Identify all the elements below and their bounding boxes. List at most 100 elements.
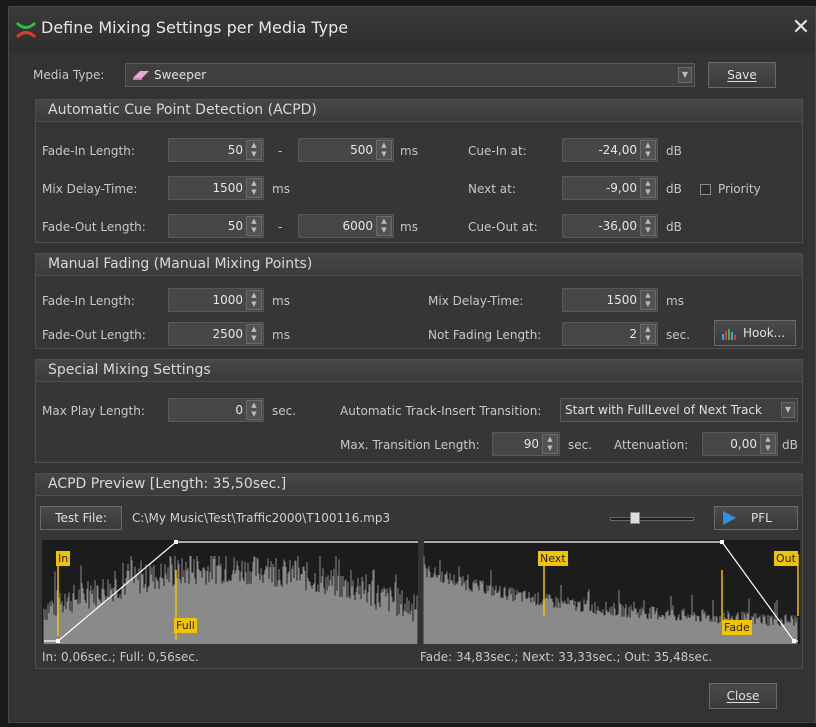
spinner-arrows-icon[interactable]: ▲ ▼ [760,434,776,454]
not-fading-value: 2 [629,327,637,341]
acpd-cue-in-spinner[interactable]: -24,00 ▲ ▼ [562,138,658,162]
acpd-group: Automatic Cue Point Detection (ACPD) Fad… [35,99,803,243]
transition-label: Automatic Track-Insert Transition: [340,404,542,418]
marker-next: Next [538,551,568,566]
acpd-cue-out-spinner[interactable]: -36,00 ▲ ▼ [562,214,658,238]
preview-right-info: Fade: 34,83sec.; Next: 33,33sec.; Out: 3… [420,650,713,664]
acpd-mix-delay-label: Mix Delay-Time: [42,182,138,196]
acpd-cue-out-value: -36,00 [598,219,637,233]
marker-out: Out [774,551,798,566]
spinner-arrows-icon[interactable]: ▲ ▼ [246,140,262,160]
title-bar[interactable]: Define Mixing Settings per Media Type ✕ [9,7,815,53]
acpd-fade-in-unit: ms [400,144,418,158]
acpd-cue-out-label: Cue-Out at: [468,220,538,234]
envelope-handle [792,639,796,643]
not-fading-spinner[interactable]: 2 ▲ ▼ [562,322,658,346]
special-title: Special Mixing Settings [48,362,211,378]
acpd-fade-out-max-spinner[interactable]: 6000 ▲ ▼ [298,214,394,238]
test-file-path: C:\My Music\Test\Traffic2000\T100116.mp3 [132,511,391,525]
max-transition-spinner[interactable]: 90 ▲ ▼ [492,432,560,456]
media-type-label: Media Type: [33,68,105,82]
spinner-arrows-icon[interactable]: ▲ ▼ [246,178,262,198]
acpd-fade-out-label: Fade-Out Length: [42,220,146,234]
acpd-fade-in-label: Fade-In Length: [42,144,135,158]
spinner-arrows-icon[interactable]: ▲ ▼ [542,434,558,454]
acpd-fade-out-min-value: 50 [227,219,243,233]
media-type-select[interactable]: Sweeper ▼ [125,63,695,87]
test-file-label: Test File: [55,511,107,525]
acpd-cue-in-value: -24,00 [598,143,637,157]
spinner-arrows-icon[interactable]: ▲ ▼ [640,178,656,198]
spinner-arrows-icon[interactable]: ▲ ▼ [640,140,656,160]
spinner-arrows-icon[interactable]: ▲ ▼ [376,216,392,236]
slider-thumb[interactable] [630,512,640,524]
acpd-fade-in-min-value: 50 [227,143,243,157]
manual-fade-in-unit: ms [272,294,290,308]
spinner-arrows-icon[interactable]: ▲ ▼ [246,290,262,310]
max-play-spinner[interactable]: 0 ▲ ▼ [168,398,264,422]
preview-header: ACPD Preview [Length: 35,50sec.] [36,474,802,496]
waveform-divider [418,540,424,644]
chevron-down-icon[interactable]: ▼ [678,67,692,83]
marker-in: In [56,551,71,566]
spinner-arrows-icon[interactable]: ▲ ▼ [640,290,656,310]
slider-track [610,517,694,521]
manual-fading-group: Manual Fading (Manual Mixing Points) Fad… [35,253,803,349]
range-dash: - [278,144,283,158]
marker-full: Full [174,618,197,633]
priority-checkbox[interactable] [700,184,711,195]
acpd-fade-in-max-spinner[interactable]: 500 ▲ ▼ [298,138,394,162]
chevron-down-icon[interactable]: ▼ [781,402,795,418]
max-play-label: Max Play Length: [42,404,145,418]
max-play-value: 0 [235,403,243,417]
spinner-arrows-icon[interactable]: ▲ ▼ [640,324,656,344]
preview-left-info: In: 0,06sec.; Full: 0,56sec. [42,650,199,664]
envelope-handle [56,639,60,643]
attenuation-spinner[interactable]: 0,00 ▲ ▼ [702,432,778,456]
manual-fade-out-value: 2500 [212,327,243,341]
envelope-handle [174,540,178,544]
acpd-header: Automatic Cue Point Detection (ACPD) [36,100,802,122]
acpd-mix-delay-spinner[interactable]: 1500 ▲ ▼ [168,176,264,200]
envelope-handle [720,540,724,544]
manual-header: Manual Fading (Manual Mixing Points) [36,254,802,276]
max-transition-label: Max. Transition Length: [340,438,480,452]
marker-fade: Fade [722,620,752,635]
close-button[interactable]: Close [709,683,777,709]
acpd-fade-out-min-spinner[interactable]: 50 ▲ ▼ [168,214,264,238]
spinner-arrows-icon[interactable]: ▲ ▼ [246,400,262,420]
pfl-button[interactable]: PFL [714,506,798,530]
acpd-fade-in-max-value: 500 [350,143,373,157]
spinner-arrows-icon[interactable]: ▲ ▼ [376,140,392,160]
hook-icon [722,329,736,340]
close-window-icon[interactable]: ✕ [789,15,813,41]
max-play-unit: sec. [272,404,297,418]
acpd-fade-out-unit: ms [400,220,418,234]
manual-mix-delay-unit: ms [666,294,684,308]
save-button[interactable]: Save [708,62,776,88]
spinner-arrows-icon[interactable]: ▲ ▼ [640,216,656,236]
transition-select[interactable]: Start with FullLevel of Next Track ▼ [560,398,798,422]
window-title: Define Mixing Settings per Media Type [41,18,349,37]
acpd-cue-out-unit: dB [666,220,682,234]
test-file-button[interactable]: Test File: [40,506,122,530]
acpd-fade-in-min-spinner[interactable]: 50 ▲ ▼ [168,138,264,162]
acpd-next-spinner[interactable]: -9,00 ▲ ▼ [562,176,658,200]
special-mixing-group: Special Mixing Settings Max Play Length:… [35,359,803,463]
manual-mix-delay-spinner[interactable]: 1500 ▲ ▼ [562,288,658,312]
manual-fade-in-spinner[interactable]: 1000 ▲ ▼ [168,288,264,312]
spinner-arrows-icon[interactable]: ▲ ▼ [246,216,262,236]
volume-slider[interactable] [610,512,694,530]
range-dash: - [278,220,283,234]
attenuation-unit: dB [782,438,798,452]
acpd-preview-group: ACPD Preview [Length: 35,50sec.] Test Fi… [35,473,803,669]
close-button-label: Close [726,689,760,703]
spinner-arrows-icon[interactable]: ▲ ▼ [246,324,262,344]
waveform-preview[interactable]: In Full Next Out Fade [42,540,800,644]
acpd-cue-in-unit: dB [666,144,682,158]
hook-button[interactable]: Hook... [714,320,796,346]
manual-fade-out-spinner[interactable]: 2500 ▲ ▼ [168,322,264,346]
manual-fade-out-label: Fade-Out Length: [42,328,146,342]
priority-label[interactable]: Priority [718,182,761,196]
acpd-mix-delay-value: 1500 [212,181,243,195]
